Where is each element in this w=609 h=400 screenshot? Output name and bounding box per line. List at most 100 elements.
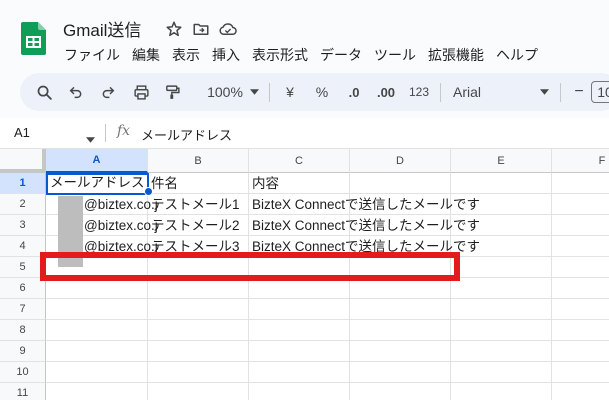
menu-help[interactable]: ヘルプ <box>490 43 544 67</box>
grid-cell[interactable] <box>249 362 350 383</box>
grid-cell[interactable] <box>451 383 552 400</box>
grid-cell[interactable] <box>350 299 451 320</box>
move-folder-icon[interactable] <box>191 19 211 39</box>
search-icon[interactable] <box>32 73 56 111</box>
redo-icon[interactable] <box>96 73 120 111</box>
grid-cell[interactable] <box>552 383 609 400</box>
grid-cell[interactable] <box>148 278 249 299</box>
column-header-f[interactable]: F <box>552 149 609 173</box>
cell-c1[interactable]: 内容 <box>252 174 279 194</box>
grid-cell[interactable] <box>552 341 609 362</box>
grid-cell[interactable] <box>451 257 552 278</box>
cell-b2[interactable]: テストメール1 <box>151 195 240 215</box>
zoom-dropdown-icon[interactable] <box>248 73 260 111</box>
grid-cell[interactable] <box>46 341 148 362</box>
name-box-dropdown-icon[interactable] <box>86 130 95 148</box>
currency-format-button[interactable]: ¥ <box>279 73 301 111</box>
grid-cell[interactable] <box>46 383 148 400</box>
grid-cell[interactable] <box>451 278 552 299</box>
column-header-b[interactable]: B <box>148 149 249 173</box>
grid-cell[interactable] <box>552 257 609 278</box>
grid-cell[interactable] <box>148 341 249 362</box>
grid-cell[interactable] <box>249 383 350 400</box>
increase-decimal-button[interactable]: .00 <box>373 73 399 111</box>
formula-input[interactable]: メールアドレス <box>141 125 232 144</box>
font-size-field[interactable]: 10 <box>590 73 609 111</box>
grid-cell[interactable] <box>451 341 552 362</box>
grid-cell[interactable] <box>552 194 609 215</box>
grid-cell[interactable] <box>249 320 350 341</box>
column-header-d[interactable]: D <box>350 149 451 173</box>
decrease-decimal-button[interactable]: .0 <box>342 73 366 111</box>
undo-icon[interactable] <box>64 73 88 111</box>
name-box[interactable]: A1 <box>14 125 30 140</box>
star-icon[interactable] <box>164 19 184 39</box>
percent-format-button[interactable]: % <box>311 73 333 111</box>
row-header-2[interactable]: 2 <box>0 194 46 215</box>
menu-extensions[interactable]: 拡張機能 <box>422 43 490 67</box>
font-dropdown-icon[interactable] <box>538 73 550 111</box>
grid-cell[interactable] <box>451 362 552 383</box>
grid-cell[interactable] <box>46 320 148 341</box>
grid-cell[interactable] <box>552 362 609 383</box>
grid-cell[interactable] <box>552 215 609 236</box>
grid-cell[interactable] <box>148 362 249 383</box>
cell-c3[interactable]: BizteX Connectで送信したメールです <box>252 216 480 236</box>
grid-cell[interactable] <box>350 362 451 383</box>
row-header-1[interactable]: 1 <box>0 173 46 194</box>
grid-cell[interactable] <box>552 278 609 299</box>
print-icon[interactable] <box>129 73 153 111</box>
grid-cell[interactable] <box>46 362 148 383</box>
select-all-corner[interactable] <box>0 149 46 173</box>
grid-cell[interactable] <box>46 278 148 299</box>
grid-cell[interactable] <box>552 299 609 320</box>
grid-cell[interactable] <box>249 299 350 320</box>
menu-tools[interactable]: ツール <box>368 43 422 67</box>
row-header-6[interactable]: 6 <box>0 278 46 299</box>
grid-cell[interactable] <box>350 173 451 194</box>
menu-file[interactable]: ファイル <box>58 43 126 67</box>
row-header-3[interactable]: 3 <box>0 215 46 236</box>
cell-a2[interactable]: @biztex.co.j <box>84 195 158 215</box>
grid-cell[interactable] <box>451 299 552 320</box>
cell-a3[interactable]: @biztex.co.j <box>84 216 158 236</box>
menu-format[interactable]: 表示形式 <box>246 43 314 67</box>
grid-cell[interactable] <box>350 278 451 299</box>
font-family-select[interactable]: Arial <box>453 73 523 111</box>
grid-cell[interactable] <box>249 278 350 299</box>
grid-cell[interactable] <box>148 383 249 400</box>
grid-cell[interactable] <box>552 173 609 194</box>
cell-a1[interactable]: メールアドレス <box>46 173 149 195</box>
grid-cell[interactable] <box>451 320 552 341</box>
row-header-9[interactable]: 9 <box>0 341 46 362</box>
cell-b3[interactable]: テストメール2 <box>151 216 240 236</box>
decrease-font-size-button[interactable]: − <box>572 73 586 111</box>
grid-cell[interactable] <box>249 341 350 362</box>
grid-cell[interactable] <box>148 299 249 320</box>
menu-edit[interactable]: 編集 <box>126 43 166 67</box>
grid-cell[interactable] <box>552 236 609 257</box>
grid-cell[interactable] <box>350 320 451 341</box>
grid-cell[interactable] <box>350 341 451 362</box>
column-header-e[interactable]: E <box>451 149 552 173</box>
fill-handle[interactable] <box>144 187 153 196</box>
grid-cell[interactable] <box>350 383 451 400</box>
document-title[interactable]: Gmail送信 <box>63 16 141 41</box>
zoom-select[interactable]: 100% <box>196 73 254 111</box>
grid-cell[interactable] <box>46 299 148 320</box>
paint-format-icon[interactable] <box>160 73 184 111</box>
menu-insert[interactable]: 挿入 <box>206 43 246 67</box>
column-header-a[interactable]: A <box>46 149 148 173</box>
cloud-status-icon[interactable] <box>218 19 238 39</box>
menu-data[interactable]: データ <box>314 43 368 67</box>
row-header-7[interactable]: 7 <box>0 299 46 320</box>
menu-view[interactable]: 表示 <box>166 43 206 67</box>
grid-cell[interactable] <box>552 320 609 341</box>
grid-cell[interactable] <box>148 320 249 341</box>
column-header-c[interactable]: C <box>249 149 350 173</box>
row-header-11[interactable]: 11 <box>0 383 46 400</box>
grid-cell[interactable] <box>451 173 552 194</box>
number-format-button[interactable]: 123 <box>406 73 432 111</box>
sheets-logo-icon[interactable] <box>21 22 46 55</box>
cell-c2[interactable]: BizteX Connectで送信したメールです <box>252 195 480 215</box>
